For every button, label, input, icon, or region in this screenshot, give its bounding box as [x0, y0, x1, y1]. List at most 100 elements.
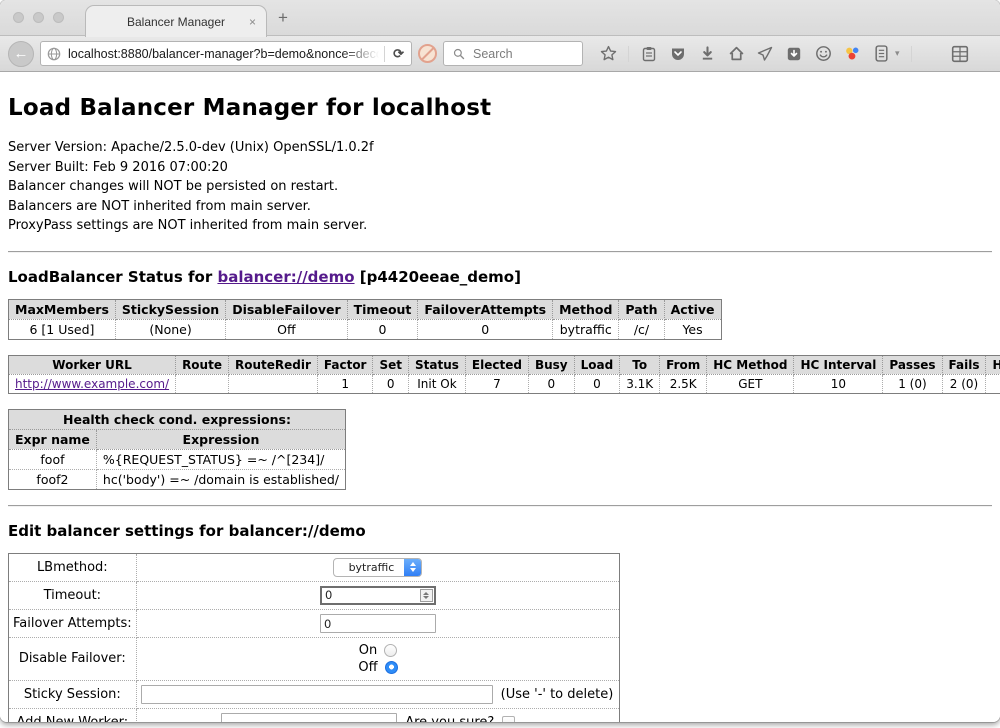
cell-route — [176, 374, 229, 393]
bookmark-star-icon[interactable] — [599, 45, 617, 63]
toolbar-divider — [628, 46, 629, 62]
pocket-icon[interactable] — [669, 45, 687, 63]
sticky-session-label: Sticky Session: — [9, 680, 137, 708]
window-controls[interactable] — [13, 12, 64, 23]
save-to-device-icon[interactable] — [785, 45, 803, 63]
cell-path: /c/ — [619, 319, 664, 339]
status-heading-prefix: LoadBalancer Status for — [8, 268, 217, 286]
balancer-status-table: MaxMembers StickySession DisableFailover… — [8, 299, 722, 340]
number-spinner-icon[interactable] — [420, 589, 433, 602]
col-factor: Factor — [317, 355, 373, 374]
search-bar[interactable]: Search — [443, 41, 583, 66]
sticky-session-hint: (Use '-' to delete) — [501, 687, 616, 702]
inherit-note-line: Balancers are NOT inherited from main se… — [8, 197, 992, 217]
sticky-session-row: Sticky Session: (Use '-' to delete) — [9, 680, 620, 708]
clipboard-panel-icon[interactable] — [872, 45, 890, 63]
add-worker-row: Add New Worker: Are you sure? — [9, 708, 620, 722]
tab-groups-grid-icon[interactable] — [951, 45, 969, 63]
cell-stickysession: (None) — [115, 319, 225, 339]
are-you-sure-label: Are you sure? — [405, 715, 494, 723]
worker-url-link[interactable]: http://www.example.com/ — [15, 377, 169, 391]
tab-bar: Balancer Manager × + — [0, 0, 1000, 36]
lbmethod-label: LBmethod: — [9, 553, 137, 581]
col-routeredir: RouteRedir — [228, 355, 317, 374]
url-text[interactable]: localhost:8880/balancer-manager?b=demo&n… — [68, 47, 379, 61]
col-busy: Busy — [528, 355, 574, 374]
cell-active: Yes — [664, 319, 721, 339]
disable-failover-row: Disable Failover: On Off — [9, 637, 620, 680]
add-worker-label: Add New Worker: — [9, 708, 137, 722]
sticky-session-input[interactable] — [141, 685, 493, 704]
failover-attempts-input[interactable]: 0 — [320, 614, 436, 633]
col-path: Path — [619, 299, 664, 319]
table-header-row: Worker URL Route RouteRedir Factor Set S… — [9, 355, 1000, 374]
cell-expression: %{REQUEST_STATUS} =~ /^[234]/ — [96, 449, 345, 469]
col-method: Method — [553, 299, 619, 319]
health-check-title: Health check cond. expressions: — [9, 409, 346, 429]
col-hc-method: HC Method — [707, 355, 794, 374]
cell-failoverattempts: 0 — [418, 319, 553, 339]
cell-maxmembers: 6 [1 Used] — [9, 319, 116, 339]
search-placeholder: Search — [473, 47, 513, 61]
cell-hc-method: GET — [707, 374, 794, 393]
balancer-demo-link[interactable]: balancer://demo — [217, 268, 354, 286]
add-worker-input[interactable] — [221, 713, 397, 723]
page-title: Load Balancer Manager for localhost — [8, 95, 992, 121]
lbmethod-select[interactable]: bytraffic — [333, 558, 422, 577]
cell-from: 2.5K — [660, 374, 707, 393]
new-tab-button[interactable]: + — [278, 8, 288, 28]
zoom-window-button[interactable] — [53, 12, 64, 23]
col-fails: Fails — [942, 355, 986, 374]
home-icon[interactable] — [727, 45, 745, 63]
toolbar-divider — [911, 46, 912, 62]
failover-attempts-label: Failover Attempts: — [9, 609, 137, 637]
loadbalancer-status-heading: LoadBalancer Status for balancer://demo … — [8, 268, 992, 286]
col-stickysession: StickySession — [115, 299, 225, 319]
select-stepper-icon — [404, 558, 421, 577]
cell-expr-name: foof2 — [9, 469, 97, 489]
col-expr-name: Expr name — [9, 429, 97, 449]
cell-set: 0 — [373, 374, 409, 393]
menu-hamburger-icon[interactable] — [923, 45, 940, 63]
divider — [8, 505, 992, 507]
url-bar[interactable]: localhost:8880/balancer-manager?b=demo&n… — [40, 41, 412, 66]
col-status: Status — [409, 355, 466, 374]
back-button[interactable]: ← — [8, 41, 34, 67]
expr-row: foof2 hc('body') =~ /domain is establish… — [9, 469, 346, 489]
worker-table: Worker URL Route RouteRedir Factor Set S… — [8, 355, 1000, 394]
send-plane-icon[interactable] — [756, 45, 774, 63]
col-expression: Expression — [96, 429, 345, 449]
navigation-toolbar: ← localhost:8880/balancer-manager?b=demo… — [0, 36, 1000, 72]
cell-busy: 0 — [528, 374, 574, 393]
divider — [8, 251, 992, 253]
chevron-down-icon[interactable]: ▾ — [895, 48, 900, 59]
col-load: Load — [574, 355, 620, 374]
close-window-button[interactable] — [13, 12, 24, 23]
tab-close-icon[interactable]: × — [249, 15, 256, 29]
radio-off-label: Off — [358, 660, 377, 675]
col-passes: Passes — [883, 355, 942, 374]
cell-timeout: 0 — [347, 319, 418, 339]
are-you-sure-checkbox[interactable] — [502, 716, 515, 723]
cell-fails: 2 (0) — [942, 374, 986, 393]
edit-balancer-heading: Edit balancer settings for balancer://de… — [8, 522, 992, 540]
col-timeout: Timeout — [347, 299, 418, 319]
downloads-icon[interactable] — [698, 45, 716, 63]
radio-on[interactable] — [384, 644, 397, 657]
col-hc-interval: HC Interval — [794, 355, 883, 374]
reading-list-icon[interactable] — [640, 45, 658, 63]
content-blocked-icon[interactable] — [418, 44, 437, 63]
extension-colored-dots-icon[interactable] — [843, 45, 861, 63]
minimize-window-button[interactable] — [33, 12, 44, 23]
tab-balancer-manager[interactable]: Balancer Manager × — [85, 5, 267, 37]
cell-load: 0 — [574, 374, 620, 393]
cell-expression: hc('body') =~ /domain is established/ — [96, 469, 345, 489]
radio-off[interactable] — [385, 661, 398, 674]
worker-row: http://www.example.com/ 1 0 Init Ok 7 0 … — [9, 374, 1000, 393]
feedback-smiley-icon[interactable] — [814, 45, 832, 63]
cell-routeredir — [228, 374, 317, 393]
cell-status: Init Ok — [409, 374, 466, 393]
reload-icon[interactable]: ⟳ — [390, 46, 407, 62]
edit-balancer-form: LBmethod: bytraffic Timeout: 0 — [8, 553, 620, 723]
timeout-input[interactable]: 0 — [320, 586, 436, 605]
